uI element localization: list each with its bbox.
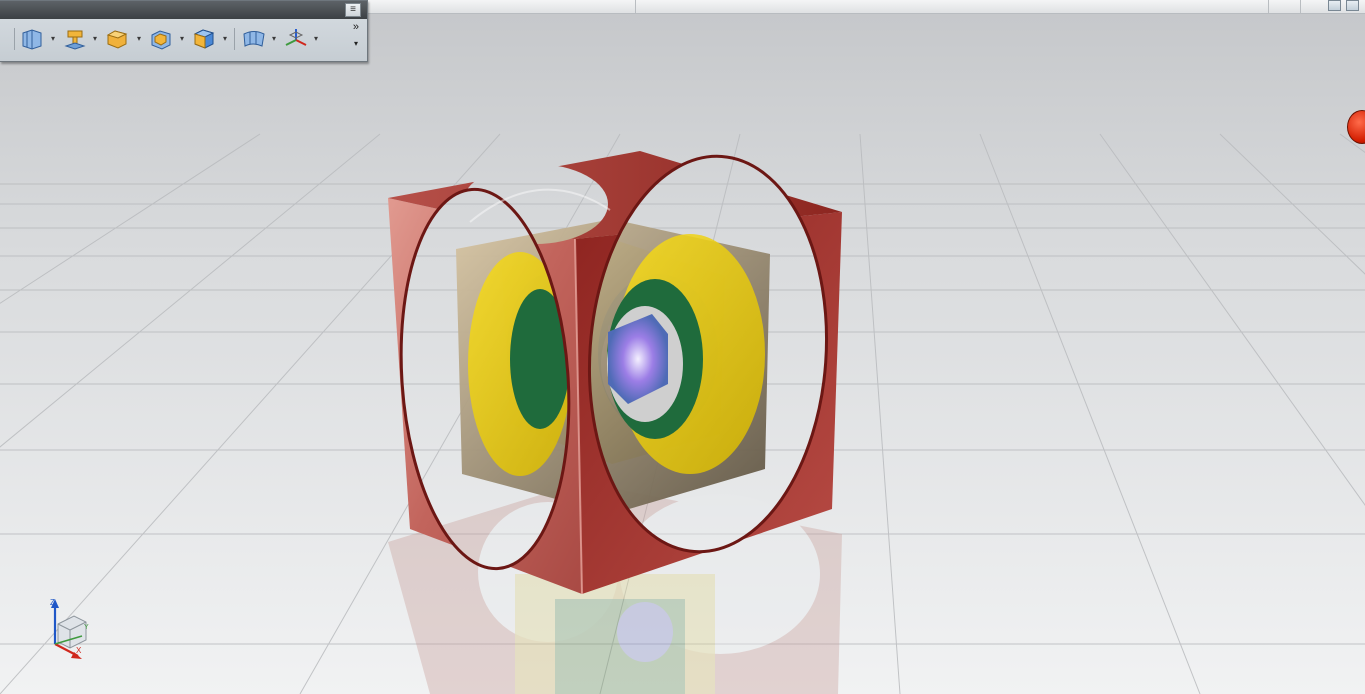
extrude-dropdown[interactable]: ▾	[93, 34, 97, 43]
toolbar-overflow-button[interactable]: »	[353, 21, 359, 33]
maximize-button[interactable]	[1346, 0, 1359, 11]
extrude-tool-icon[interactable]	[61, 25, 89, 53]
triad-x-label: X	[76, 646, 82, 655]
solid-box-tool-icon[interactable]	[190, 25, 218, 53]
toolbar-titlebar[interactable]: ≡	[0, 1, 367, 19]
solid-box-dropdown[interactable]: ▾	[223, 34, 227, 43]
toolbar-separator	[234, 28, 235, 50]
triad-y-label: Y	[84, 624, 89, 631]
surface-tool-icon[interactable]	[240, 25, 268, 53]
box-tool-icon[interactable]	[103, 25, 131, 53]
shell-dropdown[interactable]: ▾	[180, 34, 184, 43]
strip-divider	[635, 0, 636, 13]
feature-toolbar-panel: ≡ ▾ ▾ ▾ ▾ ▾ ▾ ▾ » ▾	[0, 0, 368, 62]
outer-red-cube	[388, 151, 842, 595]
toolbar-separator	[14, 28, 15, 50]
shell-tool-icon[interactable]	[147, 25, 175, 53]
box-dropdown[interactable]: ▾	[137, 34, 141, 43]
model-scene[interactable]	[0, 14, 1365, 694]
strip-divider	[1300, 0, 1301, 13]
toolbar-menu-button[interactable]: ≡	[345, 3, 361, 17]
datum-csys-dropdown[interactable]: ▾	[314, 34, 318, 43]
view-layout-button[interactable]	[1328, 0, 1341, 11]
toolbar-options-dropdown[interactable]: ▾	[354, 39, 358, 48]
datum-csys-tool-icon[interactable]	[282, 25, 310, 53]
surface-dropdown[interactable]: ▾	[272, 34, 276, 43]
view-cube-dropdown[interactable]: ▾	[51, 34, 55, 43]
strip-divider	[1268, 0, 1269, 13]
triad-z-label: Z	[50, 598, 55, 607]
view-cube-tool-icon[interactable]	[18, 25, 46, 53]
